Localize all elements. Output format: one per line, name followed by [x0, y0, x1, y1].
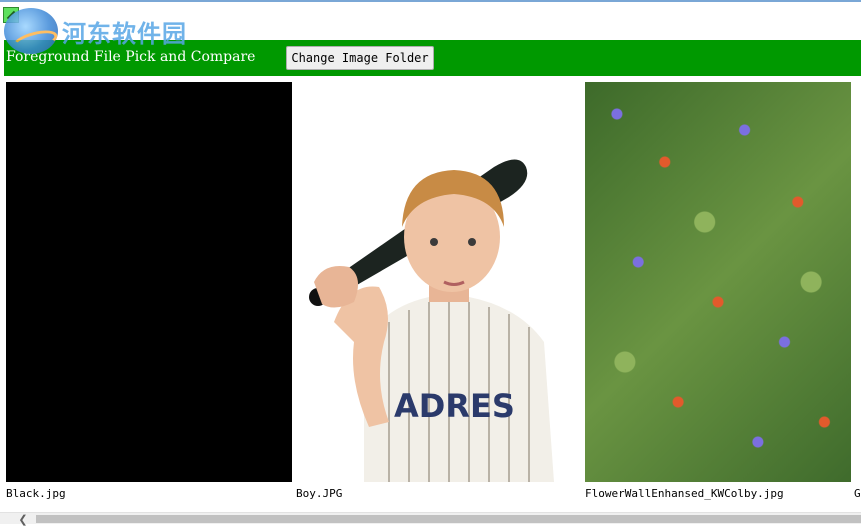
- image-caption: FlowerWallEnhansed_KWColby.jpg: [585, 487, 784, 500]
- page-title: Foreground File Pick and Compare: [6, 49, 256, 65]
- chevron-left-icon[interactable]: ❮: [14, 513, 32, 526]
- change-image-folder-button[interactable]: Change Image Folder: [286, 46, 434, 70]
- image-thumbnail-flower-wall[interactable]: [585, 82, 851, 482]
- image-gallery: ADRES Black.jpg Boy.JPG FlowerWallEnhans…: [0, 80, 861, 512]
- scrollbar-thumb[interactable]: [36, 515, 861, 523]
- image-thumbnail-black[interactable]: [6, 82, 292, 482]
- window-top-border: [0, 0, 861, 2]
- app-icon: [3, 7, 19, 23]
- image-caption: Boy.JPG: [296, 487, 343, 500]
- horizontal-scrollbar[interactable]: ❮: [0, 512, 861, 526]
- image-caption: G: [854, 487, 861, 500]
- boy-illustration: ADRES: [309, 159, 554, 482]
- svg-text:ADRES: ADRES: [394, 387, 515, 425]
- image-caption: Black.jpg: [6, 487, 66, 500]
- image-thumbnail-boy[interactable]: ADRES: [294, 82, 582, 482]
- header-bar: Foreground File Pick and Compare Change …: [4, 40, 861, 76]
